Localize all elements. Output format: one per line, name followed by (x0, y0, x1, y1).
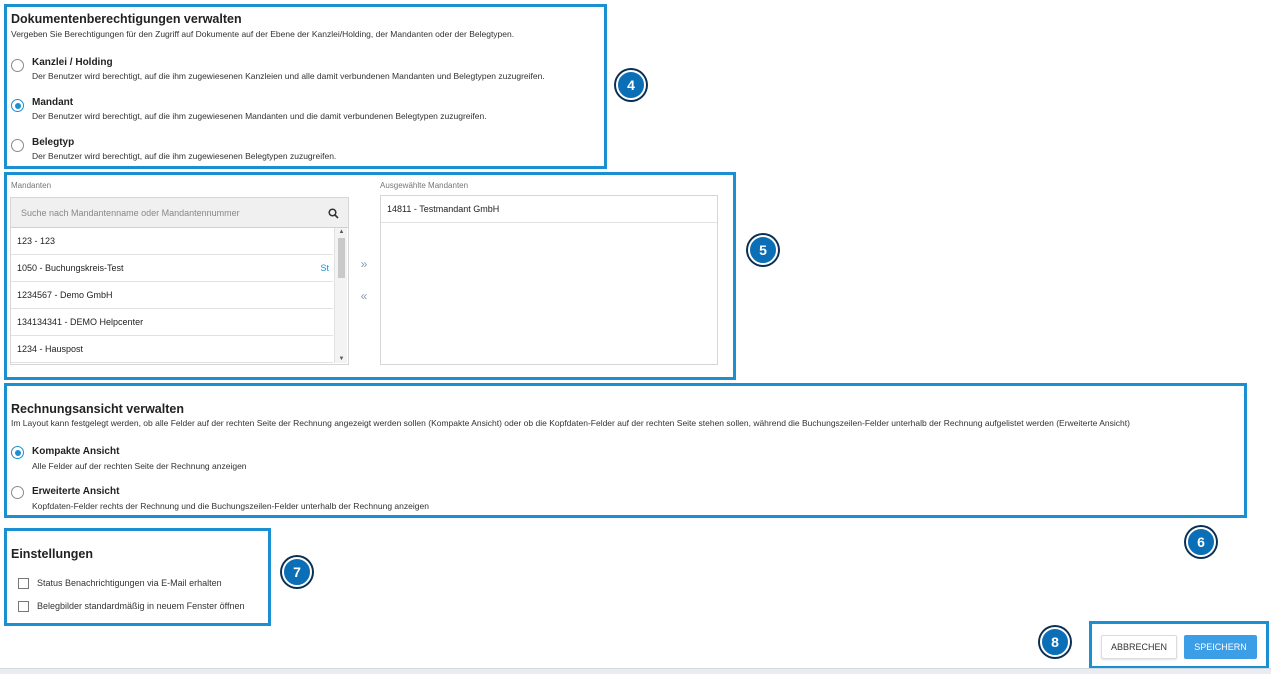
mandanten-list-item[interactable]: 1050 - Buchungskreis-Test St (11, 255, 333, 282)
doc-permissions-title: Dokumentenberechtigungen verwalten (11, 12, 242, 26)
radio-erweiterte-ansicht[interactable] (11, 486, 24, 499)
radio-belegtyp[interactable] (11, 139, 24, 152)
selected-mandanten-list: 14811 - Testmandant GmbH (380, 195, 718, 365)
search-icon[interactable] (328, 208, 339, 219)
settings-title: Einstellungen (11, 547, 93, 561)
checkbox-email-notifications-label: Status Benachrichtigungen via E-Mail erh… (37, 578, 222, 588)
scroll-down-icon[interactable]: ▼ (335, 356, 348, 362)
radio-kanzlei-holding[interactable] (11, 59, 24, 72)
list-item-text: 1234 - Hauspost (17, 344, 84, 354)
list-item-text: 123 - 123 (17, 236, 56, 246)
radio-kompakte-ansicht[interactable] (11, 446, 24, 459)
list-item-tag: St (320, 263, 329, 273)
mandanten-list-item[interactable]: 134134341 - DEMO Helpcenter (11, 309, 333, 336)
annotation-badge-5: 5 (748, 235, 778, 265)
highlight-box-invoice-view (4, 383, 1247, 518)
invoice-view-title: Rechnungsansicht verwalten (11, 402, 184, 416)
invoice-view-subtitle: Im Layout kann festgelegt werden, ob all… (11, 418, 1130, 428)
radio-kompakte-ansicht-label: Kompakte Ansicht (32, 446, 120, 457)
list-item-text: 1234567 - Demo GmbH (17, 290, 113, 300)
annotation-badge-6: 6 (1186, 527, 1216, 557)
radio-erweiterte-ansicht-desc: Kopfdaten-Felder rechts der Rechnung und… (32, 501, 429, 511)
selected-item-text: 14811 - Testmandant GmbH (387, 204, 500, 214)
move-right-button[interactable]: » (357, 257, 371, 271)
radio-belegtyp-label: Belegtyp (32, 137, 75, 148)
radio-kompakte-ansicht-desc: Alle Felder auf der rechten Seite der Re… (32, 461, 247, 471)
annotation-badge-7: 7 (282, 557, 312, 587)
radio-mandant[interactable] (11, 99, 24, 112)
radio-mandant-desc: Der Benutzer wird berechtigt, auf die ih… (32, 111, 487, 121)
mandanten-list-item[interactable]: 1234567 - Demo GmbH (11, 282, 333, 309)
radio-kanzlei-holding-desc: Der Benutzer wird berechtigt, auf die ih… (32, 71, 545, 81)
radio-erweiterte-ansicht-label: Erweiterte Ansicht (32, 486, 120, 497)
move-left-button[interactable]: « (357, 289, 371, 303)
radio-kanzlei-holding-label: Kanzlei / Holding (32, 57, 113, 68)
doc-permissions-subtitle: Vergeben Sie Berechtigungen für den Zugr… (11, 29, 515, 39)
selected-list-item[interactable]: 14811 - Testmandant GmbH (381, 196, 717, 223)
checkbox-email-notifications[interactable] (18, 578, 29, 589)
radio-mandant-label: Mandant (32, 97, 74, 108)
selected-mandanten-label: Ausgewählte Mandanten (380, 181, 469, 190)
mandanten-list-item[interactable]: 1234 - Hauspost (11, 336, 333, 363)
scroll-up-icon[interactable]: ▲ (335, 229, 348, 235)
save-button[interactable]: SPEICHERN (1184, 635, 1257, 659)
annotation-badge-8: 8 (1040, 627, 1070, 657)
highlight-box-settings (4, 528, 271, 626)
mandanten-search-input[interactable]: Suche nach Mandantenname oder Mandantenn… (11, 198, 348, 228)
mandanten-scrollbar[interactable]: ▲ ▼ (334, 228, 347, 363)
cancel-button[interactable]: ABBRECHEN (1101, 635, 1177, 659)
list-item-text: 1050 - Buchungskreis-Test (17, 263, 124, 273)
bottom-divider (0, 668, 1271, 674)
list-item-text: 134134341 - DEMO Helpcenter (17, 317, 144, 327)
checkbox-open-new-window[interactable] (18, 601, 29, 612)
mandanten-label: Mandanten (11, 181, 52, 190)
checkbox-open-new-window-label: Belegbilder standardmäßig in neuem Fenst… (37, 601, 245, 611)
radio-belegtyp-desc: Der Benutzer wird berechtigt, auf die ih… (32, 151, 337, 161)
mandanten-search-placeholder: Suche nach Mandantenname oder Mandantenn… (21, 208, 240, 218)
mandanten-list-item[interactable]: 123 - 123 (11, 228, 333, 255)
annotation-badge-4: 4 (616, 70, 646, 100)
scrollbar-thumb[interactable] (338, 238, 345, 278)
